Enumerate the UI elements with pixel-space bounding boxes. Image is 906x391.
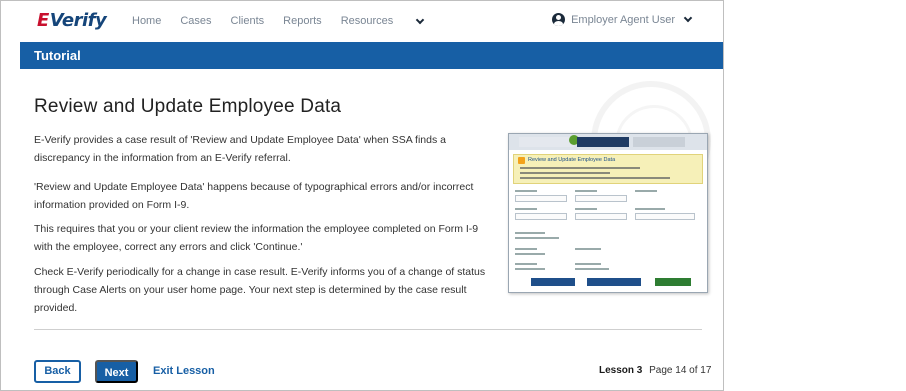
screenshot-progress-steps xyxy=(509,134,707,150)
screenshot-form-label xyxy=(575,190,597,192)
paragraph-2: 'Review and Update Employee Data' happen… xyxy=(34,181,474,211)
nav-clients[interactable]: Clients xyxy=(231,15,265,27)
screenshot-step-1 xyxy=(519,137,574,147)
nav-links: Home Cases Clients Reports Resources xyxy=(132,15,442,27)
nav-resources-menu[interactable]: Resources xyxy=(340,15,425,27)
screenshot-form-label xyxy=(635,190,657,192)
screenshot-form-label xyxy=(515,268,545,270)
screenshot-form-field xyxy=(515,213,567,220)
screenshot-form-label xyxy=(575,208,597,210)
everify-logo[interactable]: E Verify xyxy=(37,10,107,31)
screenshot-form-field xyxy=(575,213,627,220)
screenshot-button xyxy=(531,278,575,286)
screenshot-form-label xyxy=(515,237,559,239)
exit-lesson-link[interactable]: Exit Lesson xyxy=(153,365,215,377)
screenshot-step-2 xyxy=(577,137,629,147)
user-menu[interactable]: Employer Agent User xyxy=(552,13,693,26)
page-title: Review and Update Employee Data xyxy=(34,96,342,117)
screenshot-form-label xyxy=(635,208,665,210)
screenshot-text-line xyxy=(520,177,670,179)
screenshot-text-line xyxy=(520,172,610,174)
chevron-down-icon xyxy=(683,13,693,23)
screenshot-form-label xyxy=(515,190,537,192)
screenshot-form-label xyxy=(515,248,537,250)
screenshot-form-label xyxy=(575,263,601,265)
screenshot-alert-title: Review and Update Employee Data xyxy=(528,157,616,163)
tutorial-banner: Tutorial xyxy=(20,42,723,69)
screenshot-form-label xyxy=(515,232,545,234)
paragraph-4: Check E-Verify periodically for a change… xyxy=(34,266,486,314)
screenshot-button xyxy=(587,278,641,286)
case-screenshot-image: Review and Update Employee Data xyxy=(508,133,708,293)
user-circle-icon xyxy=(552,13,566,26)
screenshot-form-field xyxy=(575,195,627,202)
screenshot-step-3 xyxy=(633,137,685,147)
nav-home[interactable]: Home xyxy=(132,15,161,27)
paragraph-1: E-Verify provides a case result of 'Revi… xyxy=(34,134,446,164)
warning-icon xyxy=(518,157,525,164)
nav-resources-label: Resources xyxy=(340,15,394,27)
screenshot-form-label xyxy=(515,253,545,255)
logo-e: E xyxy=(37,10,49,31)
chevron-down-icon xyxy=(416,15,425,24)
nav-cases[interactable]: Cases xyxy=(180,15,211,27)
screenshot-form-label xyxy=(575,268,609,270)
screenshot-form-label xyxy=(515,208,537,210)
screenshot-form-field xyxy=(635,213,695,220)
screenshot-form-field xyxy=(515,195,567,202)
tutorial-window: E Verify Home Cases Clients Reports Reso… xyxy=(0,0,724,391)
page-counter: Page 14 of 17 xyxy=(649,365,712,376)
lesson-number: Lesson 3 xyxy=(599,365,643,376)
paragraph-3: This requires that you or your client re… xyxy=(34,223,479,253)
user-name: Employer Agent User xyxy=(571,13,675,26)
next-button[interactable]: Next xyxy=(95,360,138,383)
top-navigation: E Verify Home Cases Clients Reports Reso… xyxy=(1,1,723,41)
back-button[interactable]: Back xyxy=(34,360,81,383)
screenshot-alert-box: Review and Update Employee Data xyxy=(513,154,703,184)
logo-verify: Verify xyxy=(49,10,107,31)
screenshot-continue-button xyxy=(655,278,691,286)
screenshot-text-line xyxy=(520,167,640,169)
lesson-progress: Lesson 3 Page 14 of 17 xyxy=(599,365,711,376)
screenshot-form-label xyxy=(575,248,601,250)
screenshot-form-label xyxy=(515,263,537,265)
footer-divider xyxy=(34,329,702,330)
nav-reports[interactable]: Reports xyxy=(283,15,322,27)
